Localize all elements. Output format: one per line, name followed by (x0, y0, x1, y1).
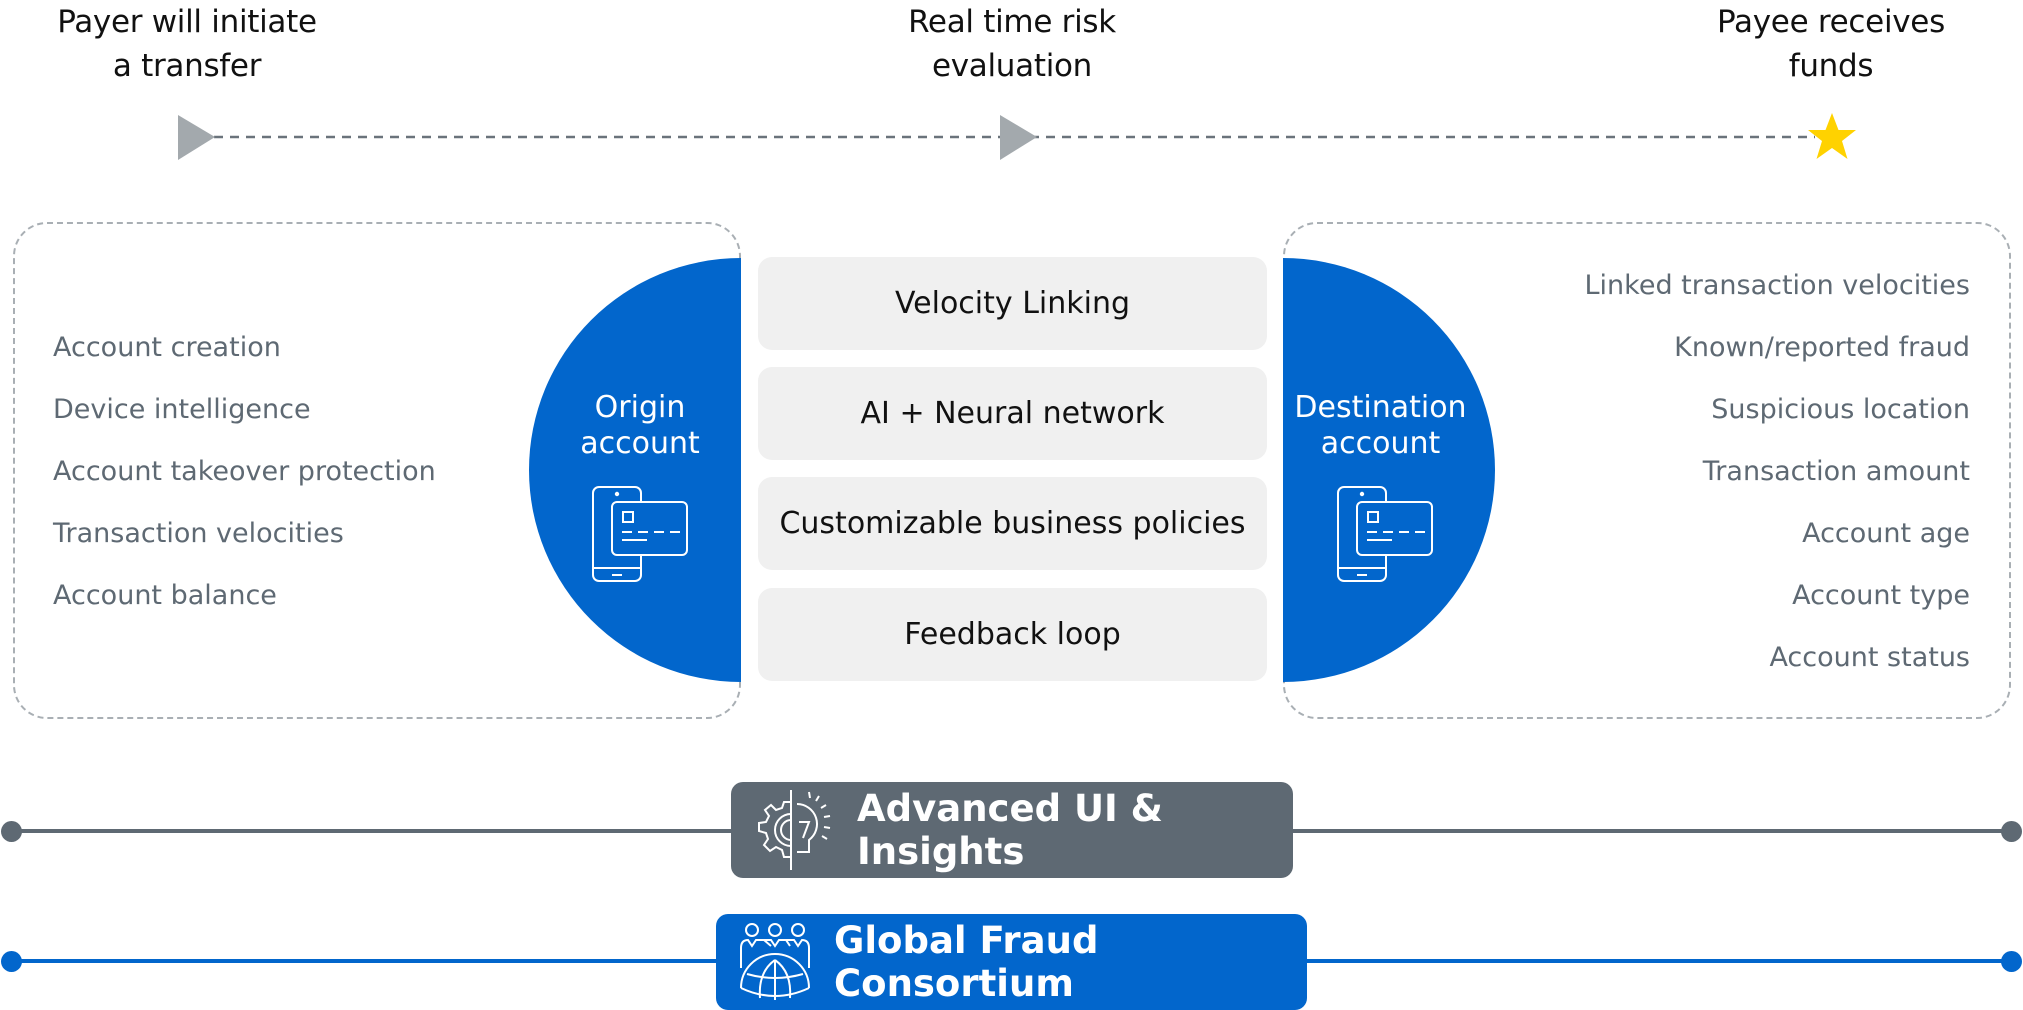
destination-check-item: Account type (1792, 580, 1970, 611)
origin-label-line: Origin (594, 390, 686, 425)
origin-check-item: Account creation (53, 332, 281, 363)
consortium-band: Global Fraud Consortium (716, 914, 1307, 1010)
destination-check-item: Linked transaction velocities (1584, 270, 1971, 301)
origin-check-item: Account takeover protection (53, 456, 436, 487)
origin-check-item: Account balance (53, 580, 277, 611)
origin-account-label: Origin account (545, 390, 735, 462)
triangle-play-icon (178, 115, 215, 160)
triangle-play-icon (1000, 115, 1037, 160)
origin-checks-list: Account creation Device intelligence Acc… (53, 317, 436, 627)
destination-check-item: Known/reported fraud (1674, 332, 1970, 363)
transfer-timeline (178, 113, 1856, 160)
people-globe-icon (740, 923, 810, 1000)
star-icon (1808, 113, 1856, 159)
insights-band: Advanced UI & Insights (731, 782, 1293, 878)
engine-item-business-policies: Customizable business policies (758, 477, 1267, 570)
destination-account-label: Destination account (1283, 390, 1478, 462)
consortium-right-dot (2001, 951, 2022, 972)
origin-label-line: account (580, 426, 700, 461)
engine-item-label: Customizable business policies (779, 506, 1246, 541)
destination-label-line: Destination (1294, 390, 1467, 425)
insights-band-label: Advanced UI & Insights (857, 787, 1163, 873)
insights-right-dot (2001, 821, 2022, 842)
insights-left-dot (1, 821, 22, 842)
destination-checks-list: Linked transaction velocities Known/repo… (1585, 255, 1971, 689)
destination-label-line: account (1320, 426, 1441, 461)
engine-item-label: Velocity Linking (894, 286, 1131, 321)
destination-check-item: Account status (1769, 642, 1970, 673)
origin-check-item: Device intelligence (53, 394, 311, 425)
engine-item-label: Feedback loop (904, 617, 1121, 652)
destination-check-item: Transaction amount (1702, 456, 1970, 487)
phone-card-icon (592, 486, 688, 582)
gear-lightbulb-icon (758, 790, 831, 870)
origin-check-item: Transaction velocities (53, 518, 344, 549)
consortium-left-dot (1, 951, 22, 972)
engine-item-ai-neural-network: AI + Neural network (758, 367, 1267, 460)
engine-item-velocity-linking: Velocity Linking (758, 257, 1267, 350)
engine-item-feedback-loop: Feedback loop (758, 588, 1267, 681)
destination-check-item: Account age (1802, 518, 1970, 549)
phone-card-icon (1337, 486, 1433, 582)
consortium-band-label: Global Fraud Consortium (834, 919, 1099, 1005)
engine-item-label: AI + Neural network (860, 396, 1165, 431)
destination-check-item: Suspicious location (1711, 394, 1970, 425)
